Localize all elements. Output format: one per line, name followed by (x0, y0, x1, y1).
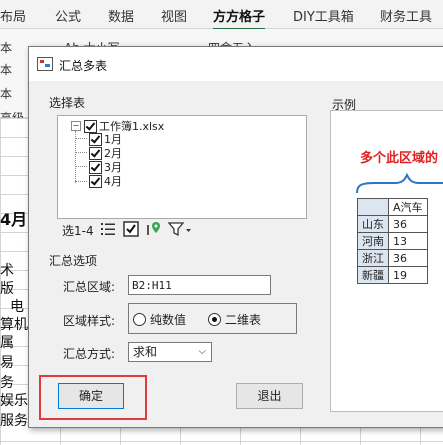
tab-diy-toolbox[interactable]: DIY工具箱 (293, 6, 354, 25)
example-heading: 多个此区域的 (360, 151, 439, 166)
tree-item-feb[interactable]: 2月 (89, 146, 122, 160)
sheet-cell: 术 (0, 263, 14, 279)
chevron-down-icon: ⌵ (198, 346, 206, 357)
tree-root-checkbox[interactable] (84, 119, 97, 133)
example-table-cell: 13 (388, 232, 428, 250)
check-all-icon[interactable] (123, 221, 139, 237)
dialog-title: 汇总多表 (59, 59, 108, 73)
tab-view[interactable]: 视图 (161, 6, 187, 25)
ribbon-text[interactable]: 本 (0, 85, 12, 102)
exit-button[interactable]: 退出 (236, 383, 303, 409)
tab-fangfang[interactable]: 方方格子 (213, 6, 266, 31)
ok-button[interactable]: 确定 (58, 383, 124, 409)
example-table-cell: 山东 (357, 215, 389, 233)
sheet-cell: 属 (0, 335, 14, 351)
location-filter-icon[interactable] (146, 221, 162, 237)
tree-item-label: 4月 (104, 175, 122, 188)
range-input[interactable]: B2:H11 (128, 275, 271, 295)
radio-2d-table-label: 二维表 (225, 313, 262, 327)
dialog-titlebar[interactable]: 汇总多表 (29, 47, 443, 81)
example-table-cell: 新疆 (357, 266, 389, 284)
method-label: 汇总方式: (63, 347, 116, 361)
brace-icon (356, 173, 443, 194)
method-select-value: 求和 (133, 345, 158, 359)
sheet-cell: 娱乐 (0, 393, 28, 409)
sheet-cell: 4月 (0, 210, 28, 229)
tree-item-checkbox[interactable] (89, 160, 102, 174)
sheet-cell: 务 (0, 375, 14, 391)
tab-finance-tools[interactable]: 财务工具 (380, 6, 432, 25)
tree-item-apr[interactable]: 4月 (89, 174, 122, 188)
example-table: A汽车 山东 36 河南 13 浙江 36 新疆 19 (357, 198, 428, 284)
style-label: 区域样式: (63, 314, 116, 328)
list-icon[interactable] (100, 221, 116, 237)
tab-formulas[interactable]: 公式 (55, 6, 81, 25)
sheet-cell: 易 (0, 355, 14, 371)
ribbon-text[interactable]: 本 (0, 39, 12, 56)
select-range-label[interactable]: 选1-4 (62, 222, 94, 239)
radio-plain-values[interactable]: 纯数值 (133, 311, 186, 328)
tree-item-jan[interactable]: 1月 (89, 132, 122, 146)
sheet-cell: 服务 (0, 413, 28, 429)
filter-dropdown-icon[interactable] (168, 221, 192, 237)
tree-item-checkbox[interactable] (89, 174, 102, 188)
tab-layout[interactable]: 布局 (0, 6, 26, 25)
sheet-cell: 电 (10, 299, 24, 315)
tab-data[interactable]: 数据 (108, 6, 134, 25)
example-table-cell: 河南 (357, 232, 389, 250)
example-table-cell: 36 (388, 249, 428, 267)
example-table-cell (357, 198, 389, 216)
radio-2d-table-dot[interactable] (208, 313, 221, 326)
example-table-cell: 19 (388, 266, 428, 284)
tree-item-mar[interactable]: 3月 (89, 160, 122, 174)
app-icon (37, 57, 53, 71)
sheet-tree[interactable]: − 工作簿1.xlsx 1月 2月 3月 4月 (57, 115, 307, 219)
range-label: 汇总区域: (63, 280, 116, 294)
radio-plain-values-dot[interactable] (133, 313, 146, 326)
select-sheets-label: 选择表 (47, 94, 88, 111)
radio-plain-values-label: 纯数值 (150, 313, 187, 327)
sheet-cell: 算机 (0, 317, 28, 333)
method-select[interactable]: 求和 ⌵ (128, 342, 212, 362)
tree-item-checkbox[interactable] (89, 132, 102, 146)
sheet-cell: 版 (0, 281, 14, 297)
ribbon-tab-bar: 布局 公式 数据 视图 方方格子 DIY工具箱 财务工具 (0, 0, 443, 31)
collapse-icon[interactable]: − (71, 121, 81, 131)
example-table-cell: 36 (388, 215, 428, 233)
example-table-cell: 浙江 (357, 249, 389, 267)
tree-item-checkbox[interactable] (89, 146, 102, 160)
example-panel: 多个此区域的 A汽车 山东 36 河南 13 浙江 36 新疆 19 (330, 110, 443, 412)
radio-2d-table[interactable]: 二维表 (208, 311, 261, 328)
summary-options-label: 汇总选项 (47, 252, 100, 269)
example-table-cell: A汽车 (388, 198, 428, 216)
ribbon-text[interactable]: 本 (0, 61, 12, 78)
